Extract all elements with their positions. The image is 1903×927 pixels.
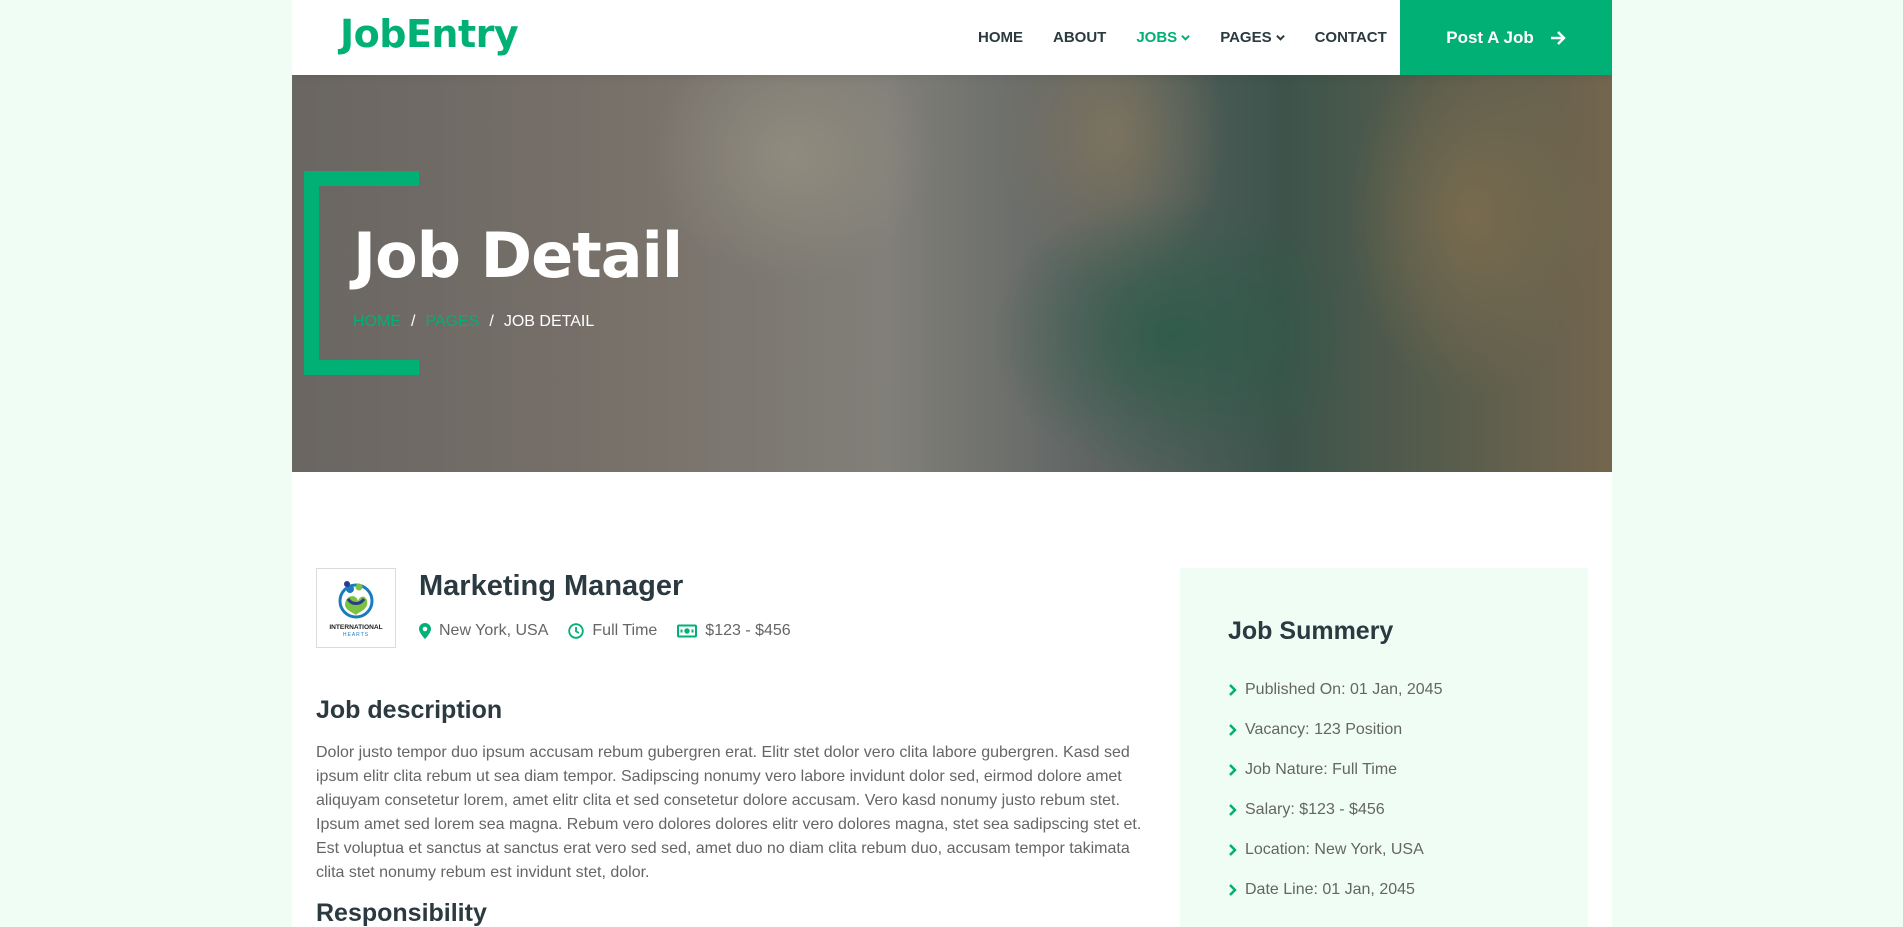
breadcrumb-separator: / (489, 313, 494, 330)
chevron-down-icon (1275, 34, 1285, 41)
summary-date-line: Date Line: 01 Jan, 2045 (1245, 881, 1415, 898)
summary-published: Published On: 01 Jan, 2045 (1245, 681, 1443, 698)
job-summary-list: Published On: 01 Jan, 2045 Vacancy: 123 … (1228, 670, 1442, 910)
job-summary-card: Job Summery Published On: 01 Jan, 2045 V… (1180, 568, 1588, 927)
job-location: New York, USA (419, 622, 548, 640)
chevron-right-icon (1229, 884, 1237, 896)
money-bill-icon (677, 624, 698, 638)
list-item: Published On: 01 Jan, 2045 (1228, 670, 1442, 710)
svg-text:INTERNATIONAL: INTERNATIONAL (329, 624, 382, 631)
nav-pages[interactable]: PAGES (1220, 29, 1285, 46)
nav-pages-label: PAGES (1220, 29, 1272, 46)
breadcrumb-pages[interactable]: PAGES (425, 313, 479, 331)
clock-icon (568, 623, 585, 639)
nav-jobs-label: JOBS (1136, 29, 1178, 46)
breadcrumb: HOME / PAGES / JOB DETAIL (353, 313, 594, 331)
chevron-right-icon (1229, 764, 1237, 776)
summary-vacancy: Vacancy: 123 Position (1245, 721, 1403, 738)
company-logo: INTERNATIONAL HEARTS (316, 568, 396, 648)
breadcrumb-separator: / (411, 313, 416, 330)
map-marker-icon (419, 623, 431, 639)
job-salary-text: $123 - $456 (705, 622, 791, 639)
svg-text:HEARTS: HEARTS (343, 632, 369, 638)
list-item: Location: New York, USA (1228, 830, 1442, 870)
summary-job-nature: Job Nature: Full Time (1245, 761, 1398, 778)
chevron-down-icon (1181, 34, 1190, 41)
summary-location: Location: New York, USA (1245, 841, 1424, 858)
post-job-button[interactable]: Post A Job (1400, 0, 1612, 75)
list-item: Date Line: 01 Jan, 2045 (1228, 870, 1442, 910)
brand-logo[interactable]: JobEntry (340, 12, 519, 56)
page-title: Job Detail (353, 219, 683, 292)
job-title: Marketing Manager (419, 570, 684, 602)
nav-contact[interactable]: CONTACT (1315, 29, 1387, 46)
nav-contact-label: CONTACT (1314, 29, 1387, 46)
list-item: Salary: $123 - $456 (1228, 790, 1442, 830)
summary-salary: Salary: $123 - $456 (1245, 801, 1385, 818)
job-salary: $123 - $456 (677, 622, 791, 640)
job-meta: New York, USA Full Time $123 - $456 (419, 622, 811, 640)
job-type: Full Time (568, 622, 657, 640)
nav-home-label: HOME (978, 29, 1023, 46)
breadcrumb-home[interactable]: HOME (353, 313, 401, 331)
nav-home[interactable]: HOME (978, 29, 1023, 46)
page: JobEntry HOME ABOUT JOBS PAGES CONTACT P… (292, 0, 1612, 927)
list-item: Job Nature: Full Time (1228, 750, 1442, 790)
navbar: JobEntry HOME ABOUT JOBS PAGES CONTACT P… (292, 0, 1612, 75)
list-item: Vacancy: 123 Position (1228, 710, 1442, 750)
job-summary-title: Job Summery (1228, 617, 1394, 645)
job-location-text: New York, USA (439, 622, 549, 639)
nav-about-label: ABOUT (1053, 29, 1107, 46)
chevron-right-icon (1229, 844, 1237, 856)
nav-about[interactable]: ABOUT (1053, 29, 1106, 46)
arrow-right-icon (1550, 30, 1566, 45)
post-job-label: Post A Job (1446, 27, 1534, 47)
job-description-text: Dolor justo tempor duo ipsum accusam reb… (316, 744, 1142, 881)
international-hearts-logo: INTERNATIONAL HEARTS (329, 581, 383, 638)
nav-jobs[interactable]: JOBS (1136, 29, 1190, 46)
chevron-right-icon (1229, 684, 1237, 696)
job-description-heading: Job description (316, 696, 503, 724)
job-type-text: Full Time (592, 622, 658, 639)
breadcrumb-current: JOB DETAIL (503, 313, 595, 330)
responsibility-heading: Responsibility (316, 899, 487, 927)
chevron-right-icon (1229, 724, 1237, 736)
nav-menu: HOME ABOUT JOBS PAGES CONTACT (978, 0, 1417, 75)
chevron-right-icon (1229, 804, 1237, 816)
hero-banner: Job Detail HOME / PAGES / JOB DETAIL (292, 75, 1612, 472)
